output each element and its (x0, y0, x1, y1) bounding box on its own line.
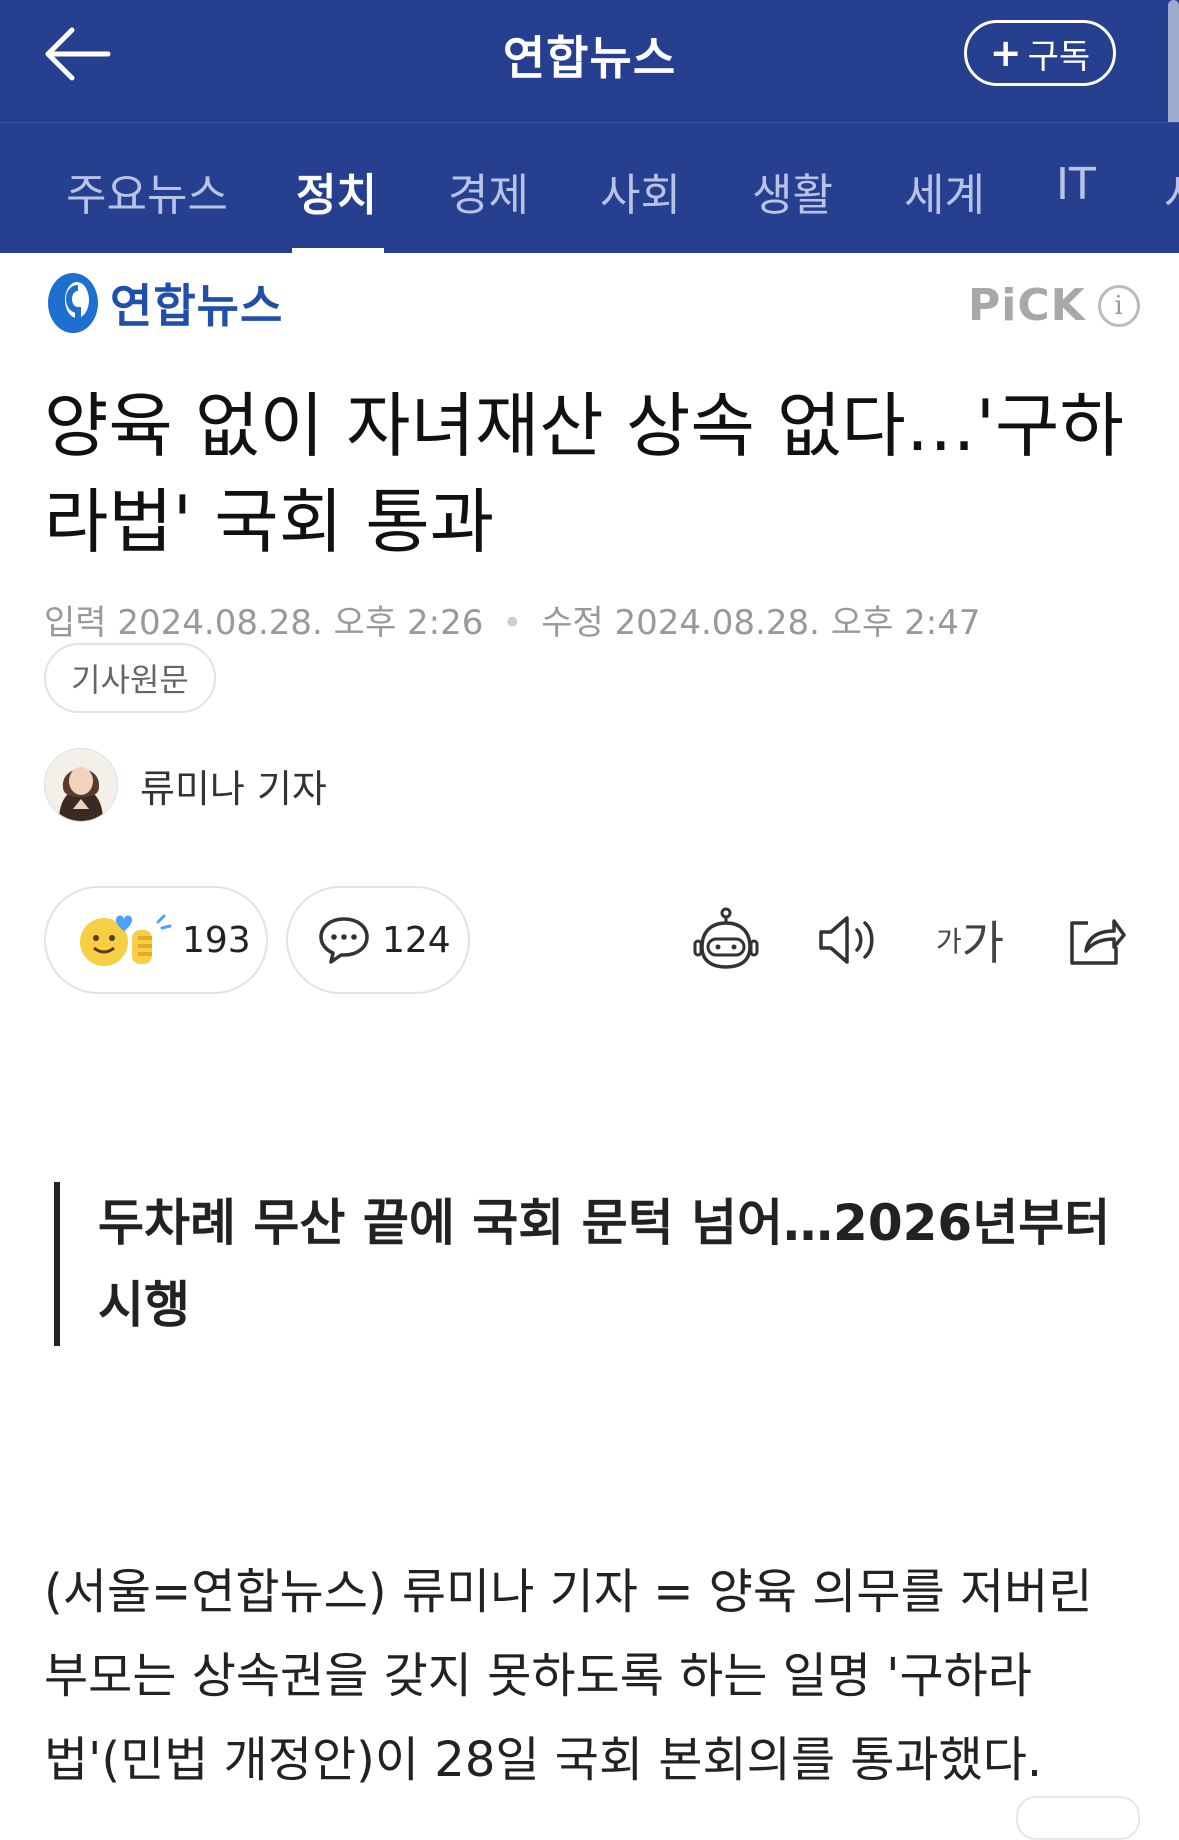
comment-icon (319, 917, 369, 964)
tab-society[interactable]: 사회 (600, 159, 681, 223)
yonhap-logo-icon (44, 269, 102, 337)
info-icon[interactable]: i (1097, 284, 1140, 327)
share-icon (1070, 919, 1126, 965)
tab-main-news[interactable]: 주요뉴스 (66, 159, 228, 223)
reaction-count: 193 (182, 919, 251, 961)
comment-count: 124 (382, 919, 451, 961)
pick-label: PiCK (968, 280, 1086, 331)
input-label: 입력 (44, 603, 107, 643)
top-bar: 연합뉴스 + 구독 (0, 0, 1179, 150)
reaction-button[interactable]: 193 (44, 886, 268, 994)
original-article-button[interactable]: 기사원문 (44, 643, 216, 713)
press-logo[interactable]: 연합뉴스 (44, 268, 283, 338)
tab-economy[interactable]: 경제 (448, 159, 529, 223)
author-row[interactable]: 류미나 기자 (44, 748, 327, 822)
press-name: 연합뉴스 (110, 279, 284, 333)
text-to-speech-button[interactable] (808, 900, 888, 980)
comment-button[interactable]: 124 (286, 886, 470, 994)
article-meta: 입력 2024.08.28. 오후 2:26 • 수정 2024.08.28. … (44, 595, 980, 644)
speaker-icon (819, 916, 874, 964)
category-tabs: 주요뉴스 정치 경제 사회 생활 세계 IT 사 (0, 122, 1179, 254)
article-subheadline: 두차례 무산 끝에 국회 문턱 넘어…2026년부터 시행 (54, 1182, 1138, 1346)
active-tab-indicator (292, 248, 384, 254)
font-size-button[interactable]: 가가 (930, 900, 1010, 980)
subscribe-button[interactable]: + 구독 (964, 20, 1116, 86)
tab-politics[interactable]: 정치 (296, 159, 377, 223)
font-size-small-glyph: 가 (935, 925, 962, 958)
floating-button[interactable] (1016, 1796, 1140, 1840)
article-headline: 양육 없이 자녀재산 상속 없다…'구하라법' 국회 통과 (44, 385, 1124, 563)
plus-icon: + (989, 31, 1022, 75)
reaction-emoji-icon (80, 914, 172, 966)
tab-it[interactable]: IT (1056, 159, 1096, 210)
tab-world[interactable]: 세계 (904, 159, 985, 223)
avatar (44, 748, 118, 822)
modified-label: 수정 (541, 603, 604, 643)
meta-separator: • (502, 603, 523, 643)
tab-life[interactable]: 생활 (752, 159, 833, 223)
tab-more[interactable]: 사 (1164, 159, 1179, 223)
ai-summary-button[interactable] (686, 900, 766, 980)
pick-badge[interactable]: PiCK i (968, 280, 1140, 331)
font-size-large-glyph: 가 (961, 916, 1005, 970)
input-time: 2024.08.28. 오후 2:26 (117, 603, 484, 643)
ai-summary-robot-icon (693, 907, 759, 969)
modified-time: 2024.08.28. 오후 2:47 (614, 603, 981, 643)
author-name: 류미나 기자 (140, 766, 327, 811)
share-button[interactable] (1056, 900, 1136, 980)
article-body: (서울=연합뉴스) 류미나 기자 = 양육 의무를 저버린 부모는 상속권을 갖… (44, 1564, 1093, 1788)
subscribe-label: 구독 (1027, 36, 1091, 77)
